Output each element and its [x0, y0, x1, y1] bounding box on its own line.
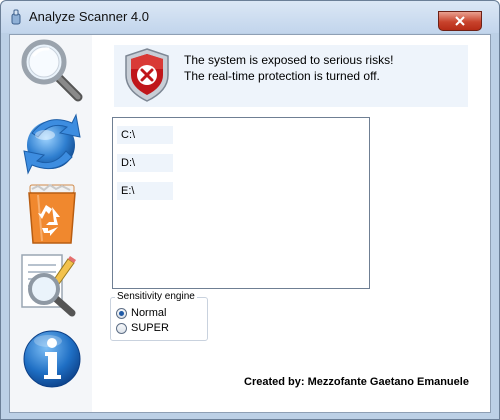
title-bar[interactable]: Analyze Scanner 4.0 — [1, 1, 499, 33]
status-banner: The system is exposed to serious risks! … — [114, 45, 468, 107]
radio-label: Normal — [131, 307, 167, 319]
status-message-line2: The real-time protection is turned off. — [184, 69, 380, 83]
shield-warning-icon — [125, 48, 169, 102]
radio-button[interactable] — [116, 308, 127, 319]
client-area: The system is exposed to serious risks! … — [9, 34, 491, 413]
radio-label: SUPER — [131, 322, 169, 334]
document-magnifier-pencil-icon — [21, 254, 76, 317]
radio-selected-dot — [119, 311, 124, 316]
scanner-app-icon — [11, 9, 21, 25]
radio-button[interactable] — [116, 323, 127, 334]
close-icon — [455, 16, 465, 26]
sidebar-item-search-scan[interactable] — [18, 37, 86, 103]
orange-recycle-bin-icon — [28, 183, 76, 244]
sensitivity-engine-group: Sensitivity engine Normal SUPER — [110, 291, 208, 341]
status-message-line1: The system is exposed to serious risks! — [184, 53, 394, 67]
sidebar-item-information[interactable] — [18, 325, 86, 391]
drive-item[interactable]: C:\ — [117, 126, 173, 144]
sidebar-item-report-analysis[interactable] — [18, 251, 86, 317]
drive-item[interactable]: E:\ — [117, 182, 173, 200]
sidebar-item-recycle-bin[interactable] — [18, 181, 86, 247]
sensitivity-engine-label: Sensitivity engine — [115, 291, 197, 302]
sidebar — [10, 35, 92, 412]
blue-refresh-orb-icon — [23, 113, 81, 175]
close-button[interactable] — [438, 11, 482, 31]
author-credit: Created by: Mezzofante Gaetano Emanuele — [244, 376, 469, 388]
sidebar-item-update[interactable] — [18, 109, 86, 175]
drive-list[interactable]: C:\ D:\ E:\ — [112, 117, 370, 289]
info-icon — [23, 330, 81, 388]
app-window: Analyze Scanner 4.0 The system is expose… — [0, 0, 500, 420]
window-title: Analyze Scanner 4.0 — [29, 9, 149, 24]
drive-item[interactable]: D:\ — [117, 154, 173, 172]
magnifier-icon — [21, 39, 83, 102]
